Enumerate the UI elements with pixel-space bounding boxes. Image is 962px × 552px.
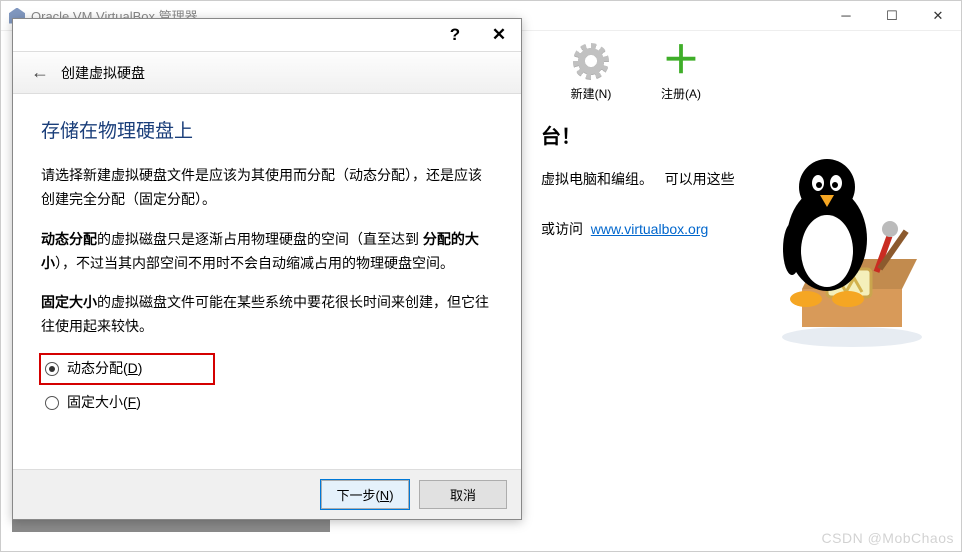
dialog-paragraph-3: 固定大小的虚拟磁盘文件可能在某些系统中要花很长时间来创建，但它往往使用起来较快。 <box>41 291 493 339</box>
dialog-header: ← 创建虚拟硬盘 <box>13 51 521 94</box>
new-vm-button[interactable]: 新建(N) <box>561 41 621 102</box>
radio-fixed-size[interactable]: 固定大小(F) <box>41 389 493 417</box>
main-para1a: 虚拟电脑和编组。 <box>541 171 653 187</box>
next-button[interactable]: 下一步(N) <box>321 480 409 509</box>
radio-fixed-label: 固定大小(F) <box>67 391 141 415</box>
register-vm-button[interactable]: ＋ 注册(A) <box>651 41 711 102</box>
dialog-paragraph-2: 动态分配的虚拟磁盘只是逐渐占用物理硬盘的空间（直至达到 分配的大小），不过当其内… <box>41 228 493 276</box>
dialog-paragraph-1: 请选择新建虚拟硬盘文件是应该为其使用而分配（动态分配），还是应该创建完全分配（固… <box>41 164 493 212</box>
dialog-section-title: 存储在物理硬盘上 <box>41 116 493 148</box>
back-arrow-icon[interactable]: ← <box>31 62 49 83</box>
cancel-button[interactable]: 取消 <box>419 480 507 509</box>
radio-dynamic-label: 动态分配(D) <box>67 357 142 381</box>
radio-dynamic-allocation[interactable]: 动态分配(D) <box>41 355 213 383</box>
watermark-text: CSDN @MobChaos <box>822 530 954 546</box>
main-para1b: 可以用这些 <box>665 171 735 187</box>
maximize-button[interactable]: ☐ <box>869 1 915 31</box>
dialog-shadow-strip <box>12 520 330 532</box>
new-vm-label: 新建(N) <box>561 85 621 102</box>
create-virtual-hard-disk-dialog: ? ✕ ← 创建虚拟硬盘 存储在物理硬盘上 请选择新建虚拟硬盘文件是应该为其使用… <box>12 18 522 520</box>
dialog-footer: 下一步(N) 取消 <box>13 469 521 519</box>
minimize-button[interactable]: ─ <box>823 1 869 31</box>
gear-sun-icon <box>573 43 609 79</box>
plus-icon: ＋ <box>662 42 700 80</box>
dialog-help-button[interactable]: ? <box>433 19 477 51</box>
main-para2a: 或访问 <box>541 221 583 237</box>
dialog-header-title: 创建虚拟硬盘 <box>61 63 145 83</box>
register-vm-label: 注册(A) <box>651 85 711 102</box>
close-button[interactable]: ✕ <box>915 1 961 31</box>
dialog-content: 存储在物理硬盘上 请选择新建虚拟硬盘文件是应该为其使用而分配（动态分配），还是应… <box>13 94 521 469</box>
radio-icon <box>45 362 59 376</box>
dialog-close-button[interactable]: ✕ <box>477 19 521 51</box>
dialog-titlebar: ? ✕ <box>13 19 521 51</box>
radio-icon <box>45 396 59 410</box>
tux-toolbox-illustration <box>772 139 937 359</box>
virtualbox-link[interactable]: www.virtualbox.org <box>591 221 709 237</box>
